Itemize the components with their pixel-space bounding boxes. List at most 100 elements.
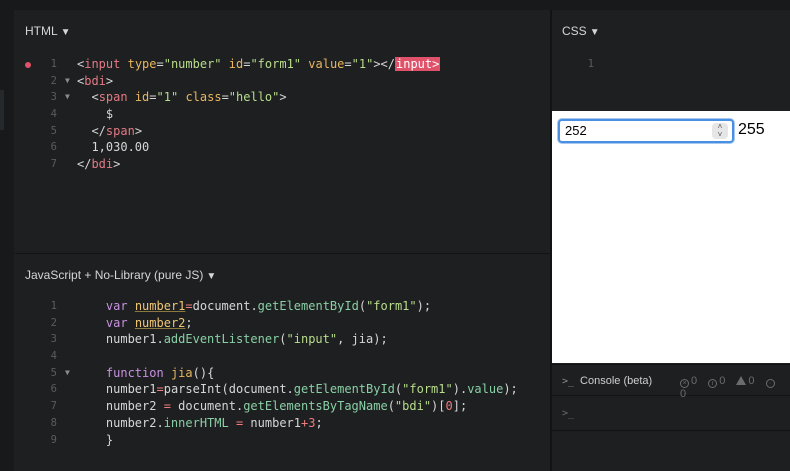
code-text[interactable]: number2.innerHTML = number1+3; [77,415,323,432]
fold-arrow-icon[interactable]: ▼ [65,365,70,382]
js-code-area[interactable]: 1 var number1=document.getElementById("f… [15,298,550,448]
code-text[interactable]: 1,030.00 [77,139,149,156]
code-line[interactable]: 1 [552,56,790,73]
code-line[interactable]: 5 </span> [15,123,550,140]
code-line[interactable]: 9 } [15,432,550,449]
number-spinner[interactable]: ˄ ˅ [712,123,728,139]
code-token: = [221,90,229,105]
code-token: "form1" [250,57,302,71]
console-title[interactable]: >_ Console (beta) [562,375,652,387]
code-token: function [105,365,164,380]
line-number: 5 [50,124,57,137]
code-token: number1 [105,382,157,397]
js-panel-title: JavaScript + No-Library (pure JS) [25,268,204,282]
line-number: 3 [50,333,57,346]
caret-down-icon[interactable]: ▼ [61,27,71,38]
bdi-output: 255 [738,121,765,138]
code-line[interactable]: 3 ▼ <span id="1" class="hello"> [15,89,550,106]
caret-down-icon[interactable]: ▼ [590,27,600,38]
fold-arrow-icon[interactable]: ▼ [65,89,70,106]
code-line[interactable]: 4 $ [15,106,550,123]
css-panel-header[interactable]: CSS ▼ [562,24,600,38]
line-number: 3 [50,91,57,104]
code-token: 0 [445,399,453,414]
line-number: 6 [50,383,57,396]
code-line[interactable]: 7 number2 = document.getElementsByTagNam… [15,398,550,415]
code-text[interactable]: var number1=document.getElementById("for… [77,298,431,315]
code-text[interactable]: </span> [77,123,142,140]
code-token: , jia); [337,332,388,347]
code-line[interactable]: 7 </bdi> [15,156,550,173]
code-text[interactable]: var number2; [77,315,193,332]
number-input-value[interactable]: 252 [565,123,587,138]
line-number: 1 [50,300,57,312]
info-icon: i [708,379,718,388]
code-text[interactable]: $ [77,106,113,123]
code-text[interactable]: } [77,432,113,449]
code-text[interactable]: <input type="number" id="form1" value="1… [77,56,441,73]
code-text[interactable]: number2 = document.getElementsByTagName(… [77,398,467,415]
js-editor-panel[interactable]: JavaScript + No-Library (pure JS) ▼ 1 var… [15,254,550,471]
number-input[interactable]: 252 ˄ ˅ [558,119,734,143]
fold-arrow-icon[interactable]: ▼ [65,73,70,90]
code-text[interactable]: number1=parseInt(document.getElementById… [77,381,518,398]
code-token: = [344,57,352,71]
code-text[interactable]: number1.addEventListener("input", jia); [77,331,388,348]
console-title-label: Console (beta) [580,375,653,387]
code-token: number1 [243,415,301,430]
code-text[interactable]: <span id="1" class="hello"> [77,89,286,106]
code-token: ></ [373,57,395,71]
html-code-area[interactable]: 1 <input type="number" id="form1" value="… [15,56,550,173]
code-token: getElementsByTagName [243,399,388,414]
code-token: number2. [105,415,164,430]
info-count[interactable]: i0 [708,375,725,388]
warning-count[interactable]: 0 [736,375,755,387]
js-panel-header[interactable]: JavaScript + No-Library (pure JS) ▼ [25,268,216,282]
code-line[interactable]: 1 var number1=document.getElementById("f… [15,298,550,315]
code-token: id [134,90,150,105]
error-count[interactable]: × 0 [680,375,697,388]
code-token: ); [416,299,432,313]
code-token: ( [279,332,287,347]
error-icon: × [680,379,689,388]
code-line[interactable]: 4 [15,348,550,365]
warning-icon [736,376,747,385]
code-text[interactable]: <bdi> [77,73,113,90]
code-line[interactable]: 3 number1.addEventListener("input", jia)… [15,331,550,348]
code-line[interactable]: 2 var number2; [15,315,550,332]
code-token: ; [315,415,323,430]
code-token: ). [452,382,468,397]
code-line[interactable]: 5 ▼ function jia(){ [15,365,550,382]
code-text[interactable]: </bdi> [77,156,120,173]
code-text[interactable]: function jia(){ [77,365,214,382]
chevron-down-icon[interactable]: ˅ [716,131,724,139]
line-number: 9 [50,433,57,446]
css-editor-panel[interactable]: CSS ▼ 1 [552,10,790,111]
caret-down-icon[interactable]: ▼ [206,271,216,282]
html-editor-panel[interactable]: HTML ▼ 1 <input type="number" id="form1" v… [15,10,550,253]
code-line[interactable]: 2 ▼ <bdi> [15,73,550,90]
code-token: ( [387,399,395,414]
console-input[interactable]: >_ [562,408,574,419]
code-line[interactable]: 6 number1=parseInt(document.getElementBy… [15,381,550,398]
code-token: value [308,57,345,71]
code-line[interactable]: 6 1,030.00 [15,139,550,156]
code-line[interactable]: 1 <input type="number" id="form1" value="… [15,56,550,73]
console-header[interactable]: >_ Console (beta) × 0 i0 0 ·0 [552,364,790,400]
html-panel-header[interactable]: HTML ▼ [25,24,71,38]
code-token: getElementById [293,382,395,397]
code-token: id [228,57,244,71]
console-divider [552,430,790,431]
css-code-area[interactable]: 1 [552,56,790,73]
code-token: } [105,432,114,447]
css-panel-title: CSS [562,24,587,38]
error-dot-icon[interactable] [25,62,31,68]
line-number: 2 [50,316,57,329]
code-line[interactable]: 8 number2.innerHTML = number1+3; [15,415,550,432]
